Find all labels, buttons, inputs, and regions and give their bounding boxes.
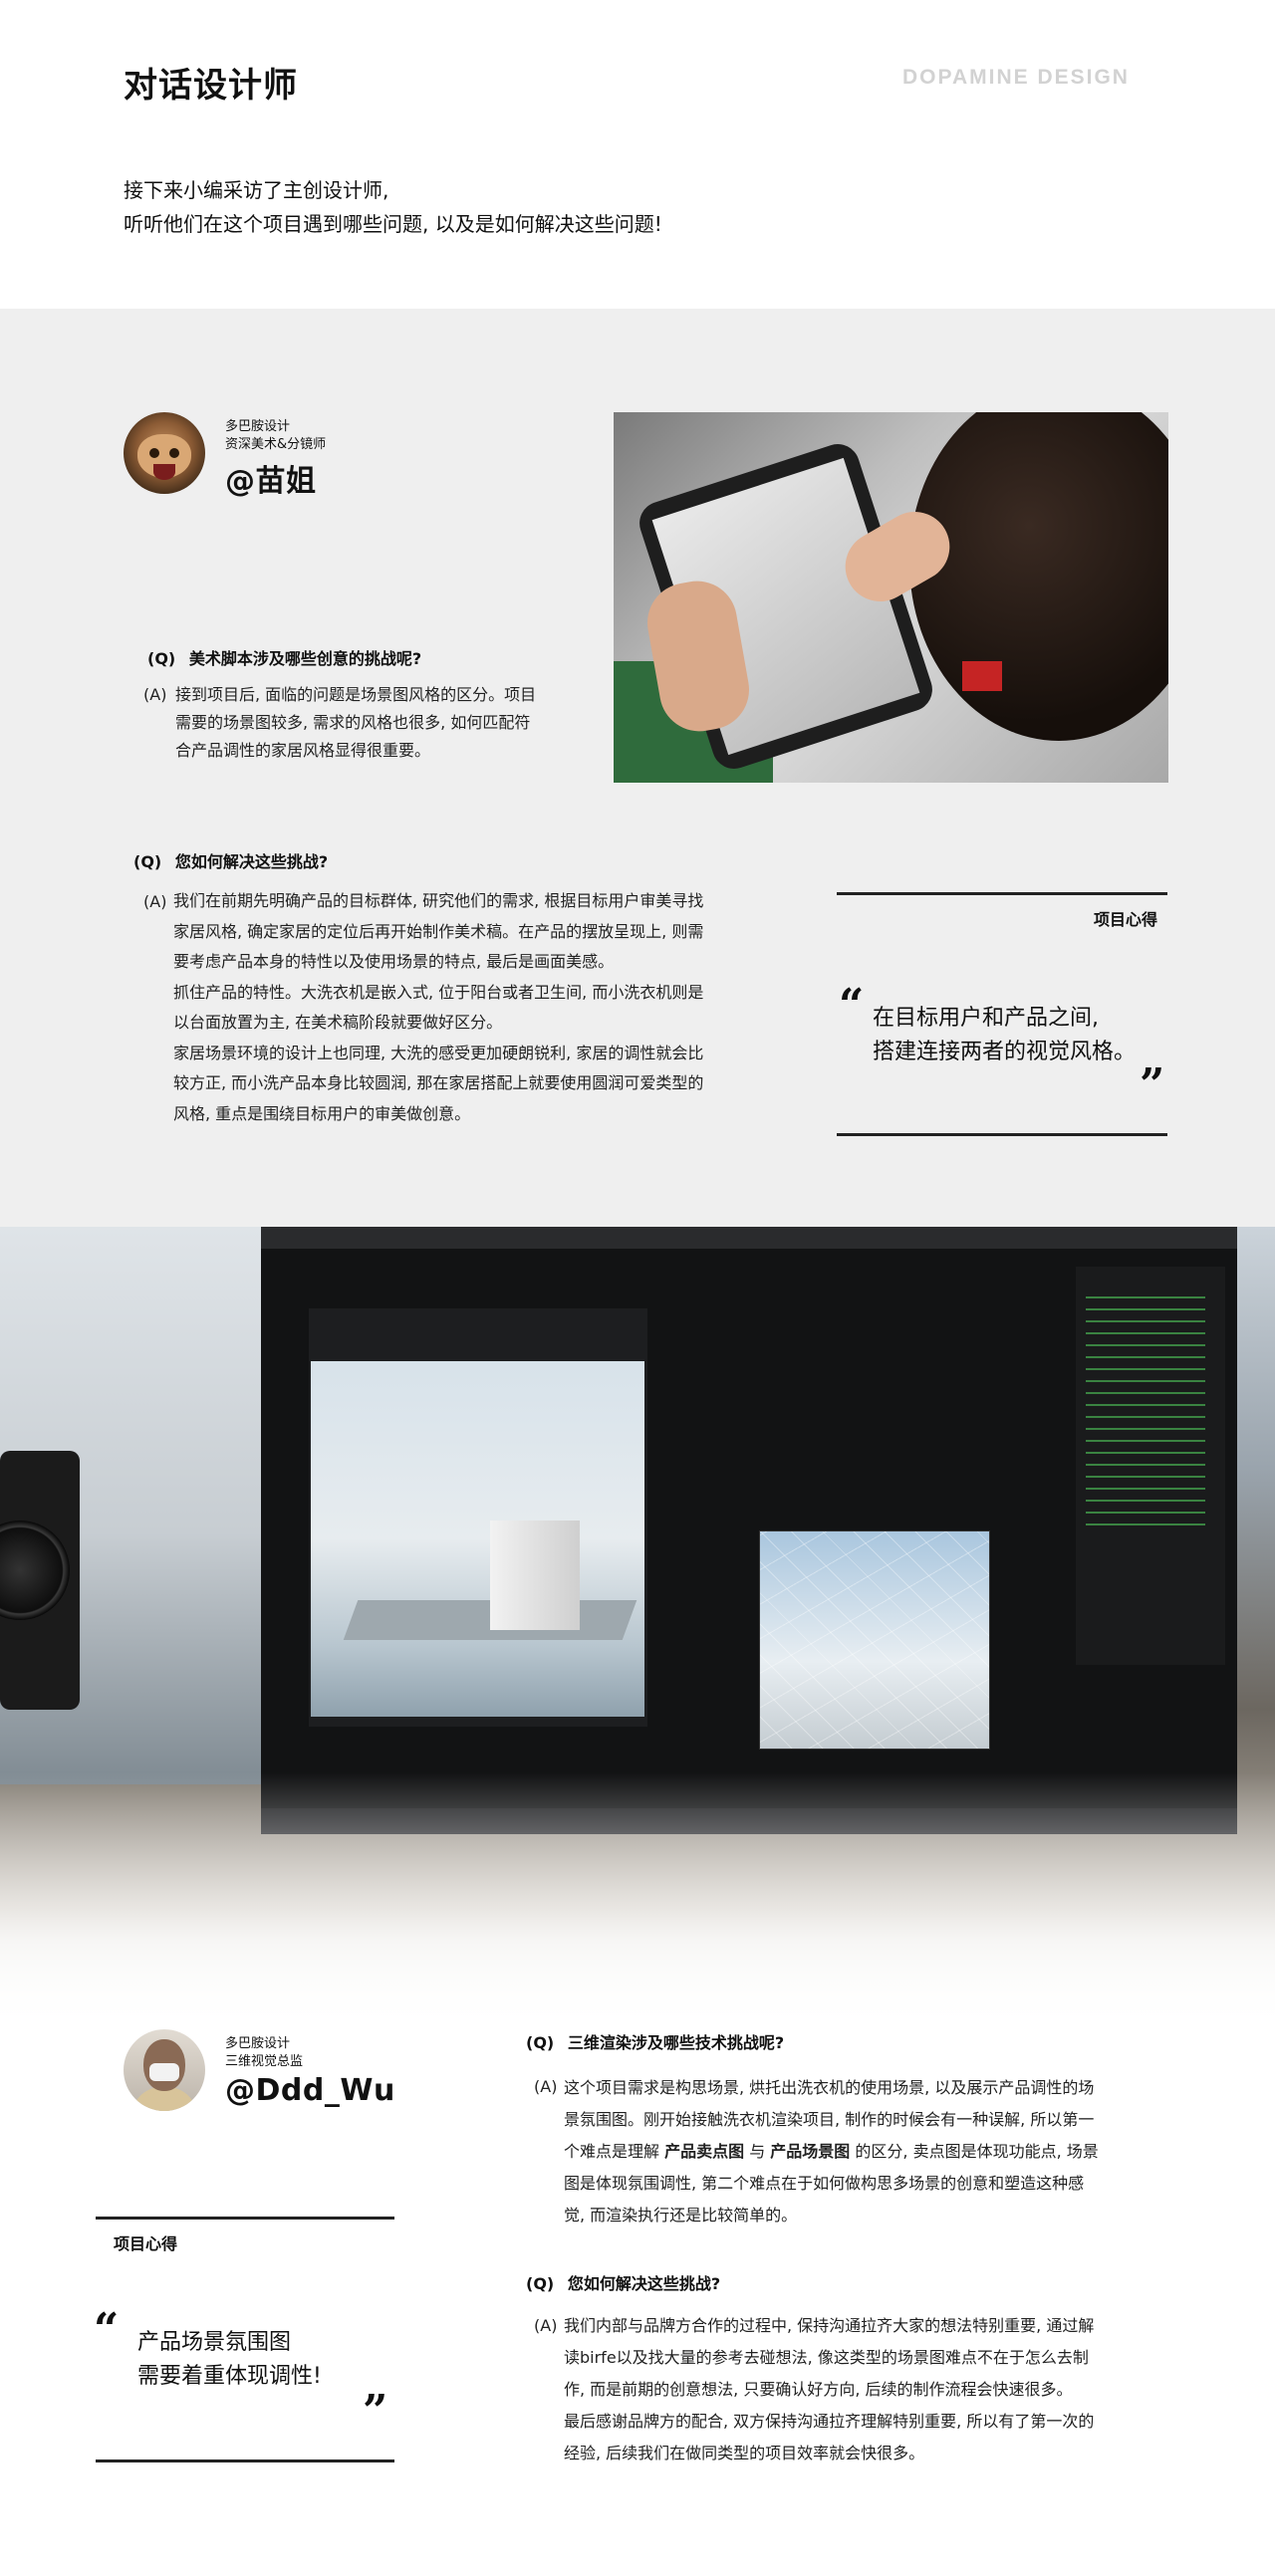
designer-1-company: 多巴胺设计 [225, 419, 291, 434]
answer-line: 个难点是理解 产品卖点图 与 产品场景图 的区分, 卖点图是体现功能点, 场景 [564, 2142, 1099, 2161]
answer-line: 读birfe以及找大量的参考去碰想法, 像这类型的场景图难点不在于怎么去制 [564, 2348, 1089, 2367]
close-quote-icon: ” [363, 2386, 388, 2437]
question-text: 您如何解决这些挑战? [567, 2274, 721, 2293]
designer-1-role: 资深美术&分镜师 [225, 437, 327, 452]
question-text: 您如何解决这些挑战? [174, 852, 329, 871]
answer-marker: (A) [534, 2077, 558, 2096]
quote-line-1: 产品场景氛围图 [137, 2330, 292, 2355]
answer-line: 图是体现氛围调性, 第二个难点在于如何做构思多场景的创意和塑造这种感 [564, 2174, 1085, 2193]
highlight-term: 产品场景图 [770, 2142, 851, 2161]
quote-line-2: 搭建连接两者的视觉风格。 [873, 1040, 1137, 1064]
quote-text: 在目标用户和产品之间, 搭建连接两者的视觉风格。 [873, 1002, 1136, 1069]
avatar [124, 2029, 205, 2111]
answer-marker: (A) [534, 2316, 558, 2335]
brand-logo-text: DOPAMINE DESIGN [902, 66, 1130, 89]
answer-line: 要考虑产品本身的特性以及使用场景的特点, 最后是画面美感。 [173, 952, 615, 971]
answer-line: 抓住产品的特性。大洗衣机是嵌入式, 位于阳台或者卫生间, 而小洗衣机则是 [173, 982, 704, 1002]
question-2: (Q) 您如何解决这些挑战? [526, 2270, 720, 2294]
question-1: (Q) 三维渲染涉及哪些技术挑战呢? [526, 2029, 784, 2053]
answer-line: 最后感谢品牌方的配合, 双方保持沟通拉齐理解特别重要, 所以有了第一次的 [564, 2412, 1095, 2431]
quote-line-1: 在目标用户和产品之间, [873, 1006, 1099, 1031]
designer-2-meta: 多巴胺设计 三维视觉总监 [225, 2035, 303, 2071]
open-quote-icon: “ [839, 980, 865, 1031]
quote-bottom-rule [96, 2459, 394, 2462]
open-quote-icon: “ [94, 2304, 120, 2355]
quote-label: 项目心得 [1094, 910, 1158, 929]
answer-line: 我们内部与品牌方合作的过程中, 保持沟通拉齐大家的想法特别重要, 通过解 [564, 2316, 1095, 2335]
answer-line: 接到项目后, 面临的问题是场景图风格的区分。项目 [175, 685, 537, 704]
answer-line: 家居风格, 确定家居的定位后再开始制作美术稿。在产品的摆放呈现上, 则需 [173, 921, 704, 941]
designer-2-handle: @Ddd_Wu [225, 2073, 395, 2108]
question-marker: (Q) [526, 2033, 555, 2052]
close-quote-icon: ” [1140, 1059, 1165, 1110]
answer-marker: (A) [143, 892, 167, 911]
answer-1: 这个项目需求是构思场景, 烘托出洗衣机的使用场景, 以及展示产品调性的场 景氛围… [564, 2072, 1099, 2231]
answer-line: 景氛围图。刚开始接触洗衣机渲染项目, 制作的时候会有一种误解, 所以第一 [564, 2110, 1095, 2129]
answer-line: 风格, 重点是围绕目标用户的审美做创意。 [173, 1103, 471, 1123]
answer-line: 作, 而是前期的创意想法, 只要确认好方向, 后续的制作流程会快速很多。 [564, 2380, 1073, 2399]
question-text: 美术脚本涉及哪些创意的挑战呢? [188, 649, 422, 668]
designer-2-company: 多巴胺设计 [225, 2036, 291, 2051]
question-marker: (Q) [147, 649, 176, 668]
answer-line: 以台面放置为主, 在美术稿阶段就要做好区分。 [173, 1013, 503, 1032]
question-1: (Q) 美术脚本涉及哪些创意的挑战呢? [147, 645, 421, 669]
quote-bottom-rule [837, 1133, 1167, 1136]
quote-line-2: 需要着重体现调性! [137, 2364, 322, 2389]
highlight-term: 产品卖点图 [664, 2142, 745, 2161]
designer-working-photo [614, 412, 1168, 783]
answer-line: 家居场景环境的设计上也同理, 大洗的感受更加硬朗锐利, 家居的调性就会比 [173, 1043, 704, 1062]
question-marker: (Q) [133, 852, 162, 871]
answer-1: 接到项目后, 面临的问题是场景图风格的区分。项目 需要的场景图较多, 需求的风格也… [175, 681, 536, 765]
designer-1-meta: 多巴胺设计 资深美术&分镜师 [225, 418, 326, 454]
designer-2-role: 三维视觉总监 [225, 2054, 304, 2069]
intro-line-1: 接下来小编采访了主创设计师, [124, 178, 389, 202]
answer-line: 觉, 而渲染执行还是比较简单的。 [564, 2206, 798, 2225]
quote-top-rule [837, 892, 1167, 895]
quote-label: 项目心得 [114, 2234, 178, 2253]
answer-line: 合产品调性的家居风格显得很重要。 [175, 741, 431, 760]
studio-monitor-photo [0, 1227, 1275, 2031]
answer-line: 经验, 后续我们在做同类型的项目效率就会快很多。 [564, 2444, 925, 2462]
answer-2: 我们内部与品牌方合作的过程中, 保持沟通拉齐大家的想法特别重要, 通过解 读bir… [564, 2310, 1094, 2469]
answer-line: 这个项目需求是构思场景, 烘托出洗衣机的使用场景, 以及展示产品调性的场 [564, 2078, 1095, 2097]
answer-marker: (A) [143, 685, 167, 704]
question-2: (Q) 您如何解决这些挑战? [133, 848, 328, 872]
quote-text: 产品场景氛围图 需要着重体现调性! [137, 2326, 322, 2394]
question-text: 三维渲染涉及哪些技术挑战呢? [567, 2033, 785, 2052]
answer-2: 我们在前期先明确产品的目标群体, 研究他们的需求, 根据目标用户审美寻找 家居风格… [173, 886, 703, 1129]
intro-line-2: 听听他们在这个项目遇到哪些问题, 以及是如何解决这些问题! [124, 212, 662, 236]
answer-line: 需要的场景图较多, 需求的风格也很多, 如何匹配符 [175, 713, 531, 732]
avatar [124, 412, 205, 494]
quote-top-rule [96, 2217, 394, 2220]
answer-line: 较方正, 而小洗产品本身比较圆润, 那在家居搭配上就要使用圆润可爱类型的 [173, 1073, 704, 1092]
answer-line: 我们在前期先明确产品的目标群体, 研究他们的需求, 根据目标用户审美寻找 [173, 891, 704, 910]
designer-1-handle: @苗姐 [225, 464, 317, 499]
intro-text: 接下来小编采访了主创设计师, 听听他们在这个项目遇到哪些问题, 以及是如何解决这… [124, 173, 662, 241]
question-marker: (Q) [526, 2274, 555, 2293]
page-title: 对话设计师 [124, 66, 298, 106]
